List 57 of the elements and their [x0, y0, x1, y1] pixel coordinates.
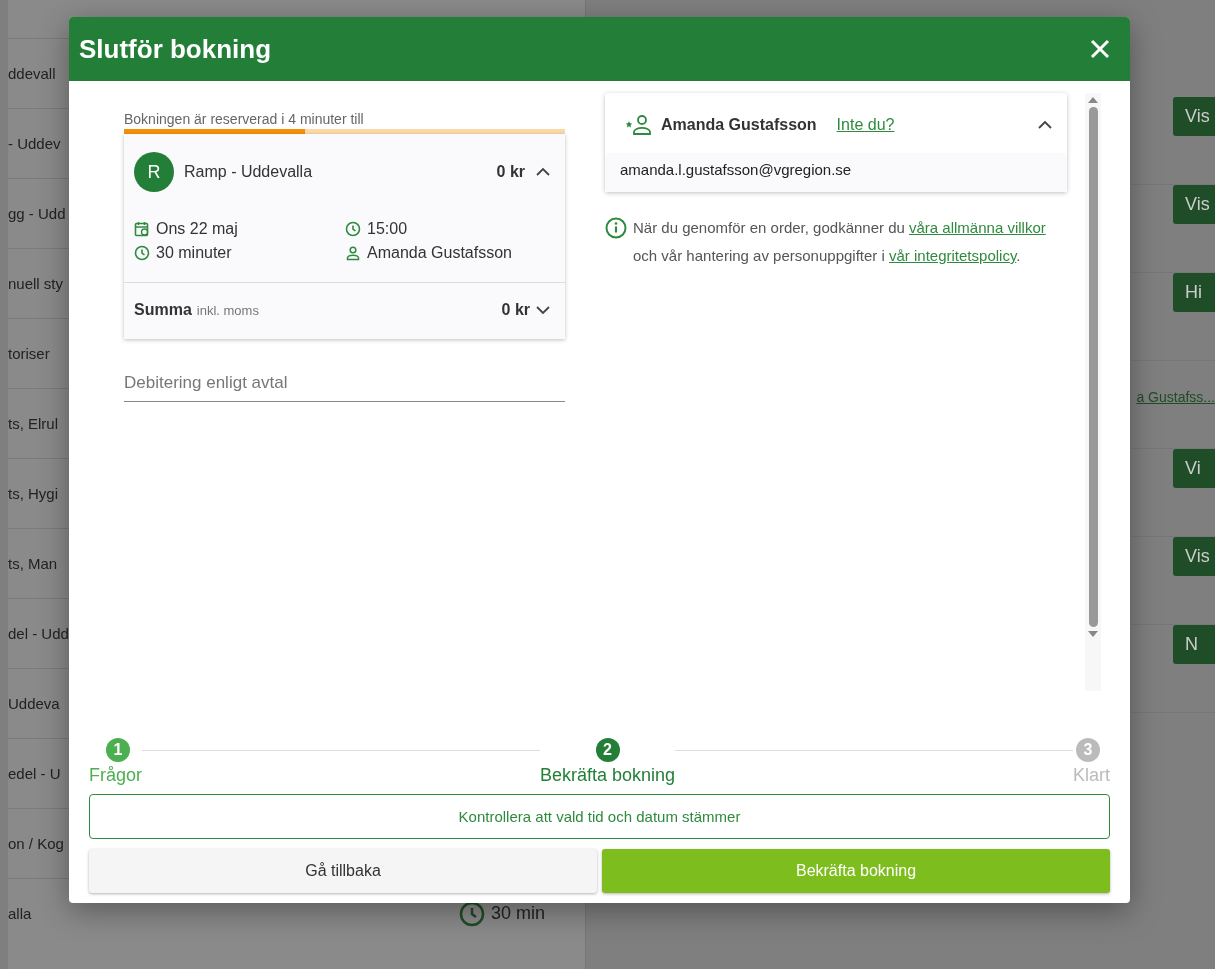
vat-note: inkl. moms	[196, 302, 260, 318]
list-item-text: Uddeva	[8, 695, 60, 712]
scrollbar[interactable]	[1085, 93, 1101, 691]
time-text: 15:00	[367, 220, 408, 238]
list-item-text: on / Kog	[8, 835, 64, 852]
action-button[interactable]: Hi	[1173, 273, 1215, 312]
list-item-text: gg - Udd	[8, 205, 66, 222]
person-star-icon	[625, 113, 653, 137]
calendar-icon	[134, 221, 150, 237]
scroll-up-icon[interactable]	[1088, 97, 1098, 103]
list-item-text: ts, Elrul	[8, 415, 58, 432]
scroll-down-icon[interactable]	[1088, 631, 1098, 637]
clock-icon	[345, 221, 361, 237]
total-label: Summa	[134, 301, 192, 319]
list-item-text: - Uddev	[8, 135, 61, 152]
action-button[interactable]: Vis	[1173, 185, 1215, 224]
not-you-link[interactable]: Inte du?	[836, 116, 895, 134]
close-icon[interactable]	[1090, 39, 1110, 59]
total-price: 0 kr	[501, 301, 530, 319]
action-button[interactable]: Vis	[1173, 97, 1215, 136]
list-item-text: del - Udd	[8, 625, 69, 642]
resource-name: Ramp - Uddevalla	[184, 163, 314, 181]
email-text: amanda.l.gustafsson@vgregion.se	[620, 161, 852, 178]
list-item-text: alla	[8, 905, 32, 922]
list-item-text: edel - U	[8, 765, 61, 782]
list-item-text: ts, Hygi	[8, 485, 58, 502]
list-item-text: ddevall	[8, 65, 56, 82]
person-name: Amanda Gustafsson	[367, 244, 512, 262]
step-number: 3	[1076, 738, 1100, 762]
step-number: 1	[106, 738, 130, 762]
list-item-text: nuell sty	[8, 275, 64, 292]
billing-field[interactable]: Debitering enligt avtal	[124, 369, 565, 402]
action-button[interactable]: Vis	[1173, 537, 1215, 576]
step-label: Bekräfta bokning	[539, 765, 676, 786]
person-icon	[345, 245, 361, 261]
terms-text: När du genomför en order, godkänner du våra allmänna villkor och vår hantering av personuppgifter i vår integritetspolicy.	[633, 218, 1047, 266]
clock-icon	[458, 900, 485, 927]
date-text: Ons 22 maj	[156, 220, 238, 238]
action-button[interactable]: N	[1173, 625, 1215, 664]
reservation-text: Bokningen är reserverad i 4 minuter till	[124, 111, 365, 127]
duration-text: 30 min	[490, 903, 545, 924]
avatar: R	[134, 152, 174, 192]
terms-link[interactable]: våra allmänna villkor	[909, 219, 1046, 236]
back-button[interactable]: Gå tillbaka	[89, 849, 597, 893]
info-icon	[605, 217, 627, 239]
step-label: Frågor	[89, 765, 142, 786]
clock-icon	[134, 245, 150, 261]
duration-text: 30 minuter	[156, 244, 232, 262]
user-name: Amanda Gustafsson	[661, 116, 817, 134]
action-button[interactable]: Vi	[1173, 449, 1215, 488]
list-item-text: toriser	[8, 345, 50, 362]
step-number: 2	[595, 738, 620, 762]
list-item-text: ts, Man	[8, 555, 58, 572]
price-text: 0 kr	[496, 163, 525, 181]
notice-text: Kontrollera att vald tid och datum stämmer	[458, 808, 741, 825]
step-label: Klart	[1073, 765, 1110, 786]
dialog-title: Slutför bokning	[79, 33, 272, 65]
